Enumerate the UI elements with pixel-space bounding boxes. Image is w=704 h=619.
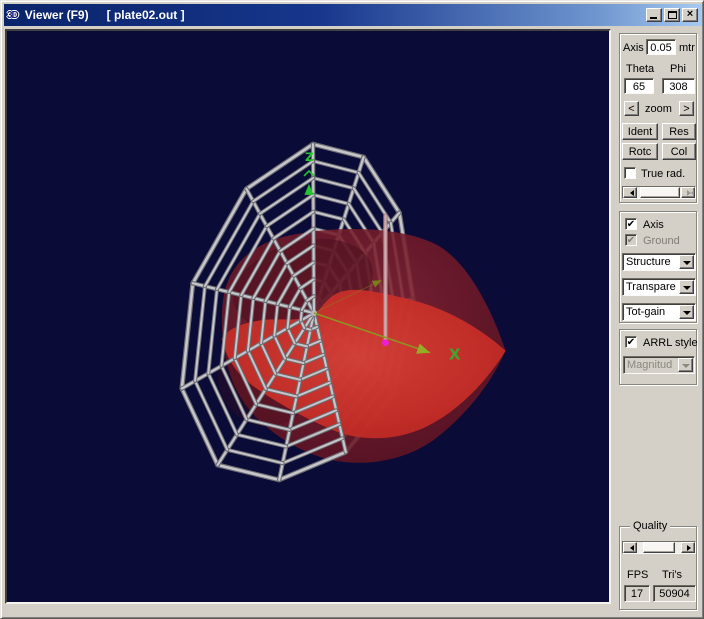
control-panel: Axis 0.05 mtr Theta Phi 65 308 < zoom > … — [613, 29, 703, 616]
quality-group: Quality FPS Tri's 17 50904 — [619, 526, 697, 610]
app-icon: 3D — [7, 10, 18, 21]
tris-label: Tri's — [662, 569, 682, 581]
view-controls-group: Axis 0.05 mtr Theta Phi 65 308 < zoom > … — [619, 33, 697, 203]
maximize-icon — [668, 11, 677, 19]
dropdown-arrow-icon — [678, 358, 693, 372]
rotc-button[interactable]: Rotc — [622, 143, 658, 160]
window-title: Viewer (F9) — [25, 8, 89, 22]
theta-input[interactable]: 65 — [624, 78, 654, 94]
fps-value: 17 — [624, 585, 650, 602]
col-button[interactable]: Col — [662, 143, 696, 160]
slider-left-arrow[interactable] — [623, 542, 637, 553]
svg-text:X: X — [449, 346, 461, 364]
slider-right-arrow[interactable] — [681, 542, 695, 553]
3d-viewport[interactable]: XZ — [5, 29, 611, 604]
true-rad-slider[interactable] — [622, 186, 696, 199]
ground-checkbox-label: Ground — [643, 235, 680, 247]
true-rad-checkbox[interactable]: ✔ — [624, 167, 636, 179]
axis-scale-input[interactable]: 0.05 — [646, 39, 676, 55]
title-bar[interactable]: 3D Viewer (F9) [ plate02.out ] × — [4, 4, 702, 26]
true-rad-label: True rad. — [641, 168, 685, 180]
axis-unit-label: mtr — [679, 42, 695, 54]
slider-right-arrow[interactable] — [681, 187, 695, 198]
close-button[interactable]: × — [682, 8, 698, 22]
res-button[interactable]: Res — [662, 123, 696, 140]
theta-label: Theta — [626, 63, 654, 75]
tris-value: 50904 — [653, 585, 696, 602]
phi-label: Phi — [670, 63, 686, 75]
arrl-style-label: ARRL style — [643, 337, 698, 349]
axis-checkbox-label: Axis — [643, 219, 664, 231]
dropdown-arrow-icon[interactable] — [679, 255, 694, 269]
transparency-dropdown[interactable]: Transpare — [622, 278, 696, 296]
zoom-in-button[interactable]: > — [679, 101, 694, 116]
phi-input[interactable]: 308 — [662, 78, 695, 94]
dropdown-arrow-icon[interactable] — [679, 280, 694, 294]
fps-label: FPS — [627, 569, 648, 581]
axis-checkbox[interactable]: ✔ — [625, 218, 637, 230]
minimize-icon — [650, 17, 657, 19]
zoom-label: zoom — [645, 103, 672, 115]
slider-left-arrow[interactable] — [623, 187, 637, 198]
quality-group-label: Quality — [630, 520, 670, 532]
ident-button[interactable]: Ident — [622, 123, 658, 140]
zoom-out-button[interactable]: < — [624, 101, 639, 116]
ground-checkbox: ✔ — [625, 234, 637, 246]
magnitude-dropdown: Magnitud — [623, 356, 695, 374]
quality-slider[interactable] — [622, 541, 696, 554]
arrl-style-group: ✔ ARRL style Magnitud — [619, 329, 697, 385]
slider-thumb[interactable] — [643, 542, 675, 553]
arrl-style-checkbox[interactable]: ✔ — [625, 336, 637, 348]
maximize-button[interactable] — [664, 8, 680, 22]
dropdown-arrow-icon[interactable] — [679, 305, 694, 319]
viewer-window: 3D Viewer (F9) [ plate02.out ] × XZ Axis… — [0, 0, 704, 619]
display-options-group: ✔ Axis ✔ Ground Structure Transpare Tot-… — [619, 211, 697, 323]
3d-scene-canvas[interactable]: XZ — [7, 31, 609, 602]
structure-dropdown[interactable]: Structure — [622, 253, 696, 271]
slider-thumb[interactable] — [640, 187, 680, 198]
axis-scale-label: Axis — [623, 42, 644, 54]
gain-dropdown[interactable]: Tot-gain — [622, 303, 696, 321]
window-title-file: [ plate02.out ] — [107, 8, 185, 22]
svg-text:Z: Z — [305, 150, 314, 164]
minimize-button[interactable] — [646, 8, 662, 22]
